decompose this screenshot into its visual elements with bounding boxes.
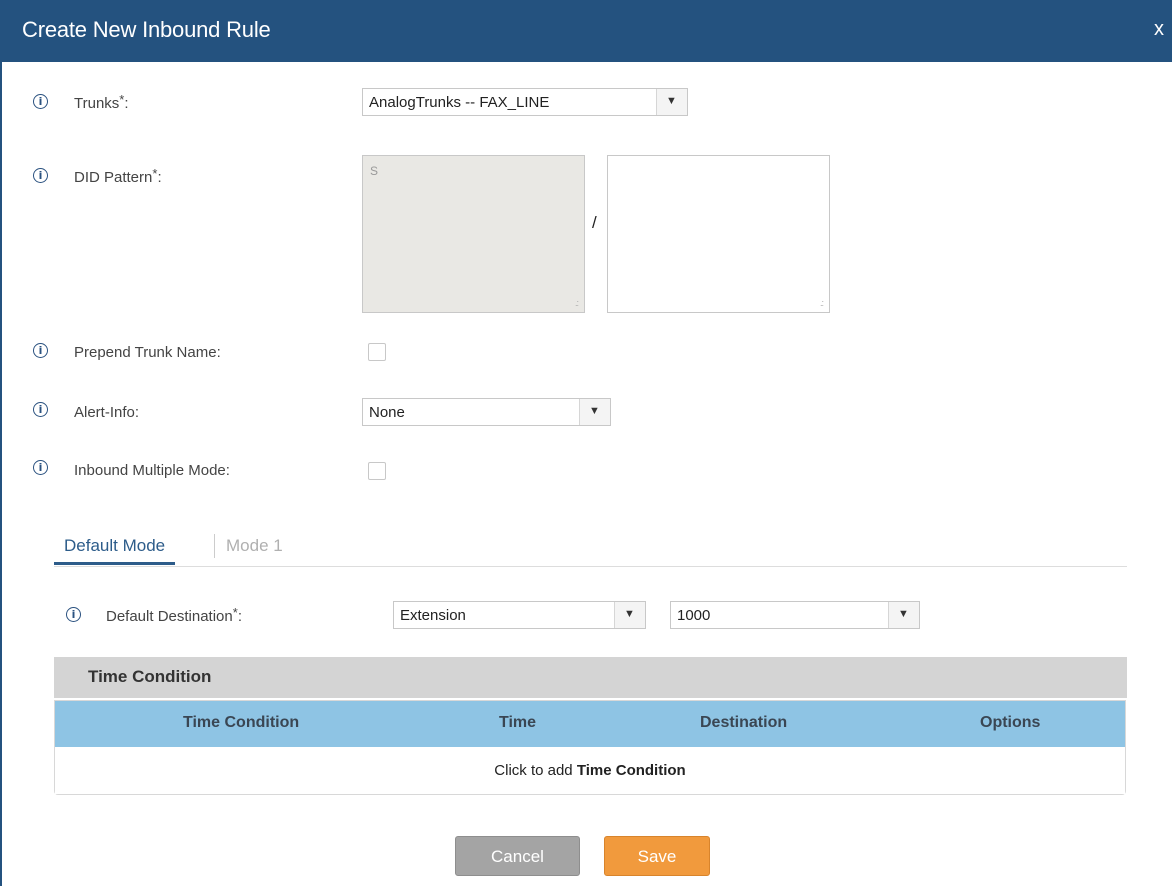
add-time-condition-link[interactable]: Click to add Time Condition bbox=[55, 762, 1125, 779]
trunks-select[interactable]: AnalogTrunks -- FAX_LINE ▼ bbox=[362, 88, 688, 116]
time-condition-section-title: Time Condition bbox=[88, 667, 212, 686]
trunks-label: Trunks*: bbox=[74, 92, 129, 112]
triangle-down-icon: ▼ bbox=[666, 95, 677, 107]
info-icon[interactable]: i bbox=[33, 460, 48, 475]
info-icon[interactable]: i bbox=[33, 343, 48, 358]
time-condition-section-header: Time Condition bbox=[54, 657, 1127, 698]
did-pattern-label: DID Pattern*: bbox=[74, 166, 162, 186]
dropdown-arrow: ▼ bbox=[656, 89, 687, 115]
dialog-left-border bbox=[0, 62, 2, 886]
column-header-options: Options bbox=[980, 714, 1041, 731]
destination-target-value: 1000 bbox=[677, 607, 711, 624]
triangle-down-icon: ▼ bbox=[898, 608, 909, 620]
prepend-trunk-name-checkbox[interactable] bbox=[368, 343, 386, 361]
info-icon[interactable]: i bbox=[66, 607, 81, 622]
add-time-condition-prefix: Click to add bbox=[494, 762, 577, 779]
mode-tabs: Default Mode Mode 1 bbox=[54, 530, 1127, 567]
did-pattern-textarea[interactable]: S .: bbox=[362, 155, 585, 313]
dialog-titlebar: Create New Inbound Rule x bbox=[0, 0, 1172, 62]
alert-info-select[interactable]: None ▼ bbox=[362, 398, 611, 426]
alert-info-select-value: None bbox=[369, 404, 405, 421]
tab-default-mode[interactable]: Default Mode bbox=[54, 536, 176, 565]
tab-mode-1[interactable]: Mode 1 bbox=[226, 536, 283, 556]
destination-target-select[interactable]: 1000 ▼ bbox=[670, 601, 920, 629]
tab-divider bbox=[214, 534, 215, 558]
time-condition-table: Time Condition Time Destination Options … bbox=[54, 700, 1126, 795]
default-destination-label: Default Destination*: bbox=[106, 605, 242, 625]
triangle-down-icon: ▼ bbox=[589, 405, 600, 417]
info-icon[interactable]: i bbox=[33, 402, 48, 417]
dropdown-arrow: ▼ bbox=[579, 399, 610, 425]
did-pattern-second-textarea[interactable]: .: bbox=[607, 155, 830, 313]
destination-type-select[interactable]: Extension ▼ bbox=[393, 601, 646, 629]
cancel-button[interactable]: Cancel bbox=[455, 836, 580, 876]
close-button[interactable]: x bbox=[1154, 18, 1164, 41]
inbound-multiple-mode-label: Inbound Multiple Mode: bbox=[74, 462, 230, 479]
column-header-destination: Destination bbox=[700, 714, 788, 731]
dropdown-arrow: ▼ bbox=[614, 602, 645, 628]
add-time-condition-bold: Time Condition bbox=[576, 762, 686, 779]
alert-info-label: Alert-Info: bbox=[74, 404, 140, 421]
did-pattern-separator: / bbox=[592, 213, 597, 232]
add-time-condition-row[interactable]: Click to add Time Condition bbox=[55, 747, 1125, 794]
destination-type-value: Extension bbox=[400, 607, 466, 624]
info-icon[interactable]: i bbox=[33, 94, 48, 109]
save-button[interactable]: Save bbox=[604, 836, 710, 876]
prepend-trunk-name-label: Prepend Trunk Name: bbox=[74, 344, 221, 361]
dialog-title: Create New Inbound Rule bbox=[22, 17, 271, 42]
resize-grip-icon[interactable]: .: bbox=[575, 298, 579, 308]
resize-grip-icon[interactable]: .: bbox=[820, 298, 824, 308]
column-header-time: Time bbox=[499, 714, 537, 731]
info-icon[interactable]: i bbox=[33, 168, 48, 183]
trunks-select-value: AnalogTrunks -- FAX_LINE bbox=[369, 94, 550, 111]
triangle-down-icon: ▼ bbox=[624, 608, 635, 620]
dropdown-arrow: ▼ bbox=[888, 602, 919, 628]
inbound-multiple-mode-checkbox[interactable] bbox=[368, 462, 386, 480]
column-header-time-condition: Time Condition bbox=[183, 714, 300, 731]
table-header: Time Condition Time Destination Options bbox=[55, 701, 1125, 747]
did-pattern-value: S bbox=[370, 164, 379, 178]
